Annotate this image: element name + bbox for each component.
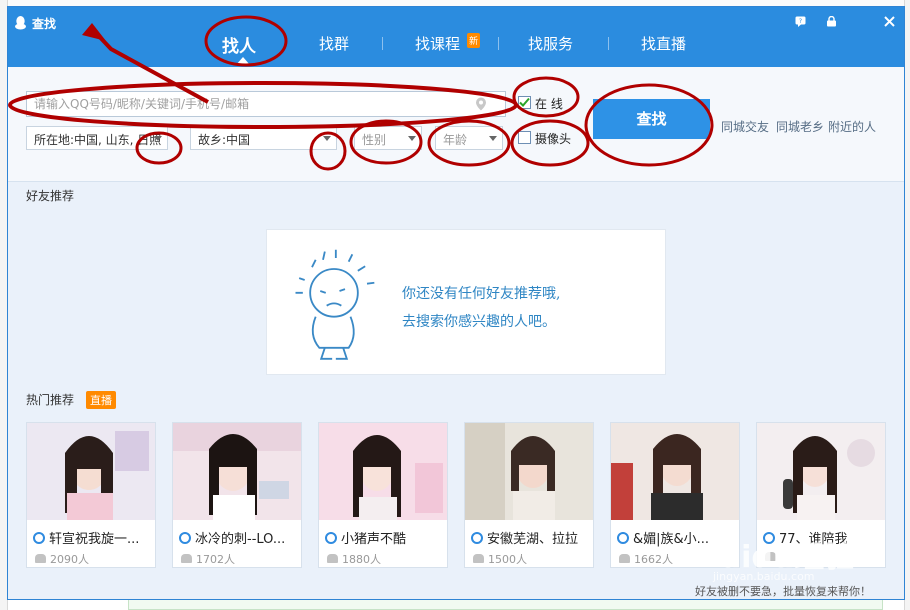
- chevron-down-icon: [408, 136, 416, 141]
- streamer-name-text: 冰冷的刺--LO...: [195, 532, 286, 547]
- qq-icon: [33, 532, 45, 544]
- new-badge: 新: [467, 33, 481, 48]
- empty-recommend-illustration: 你还没有任何好友推荐哦, 去搜索你感兴趣的人吧。: [266, 229, 666, 375]
- gender-select[interactable]: 性别: [354, 126, 422, 150]
- viewer-count-text: 1880人: [342, 553, 381, 566]
- location-value: 所在地:中国, 山东, 日照: [34, 133, 162, 147]
- live-card[interactable]: 安徽芜湖、拉拉 1500人: [464, 422, 594, 568]
- empty-text-line1: 你还没有任何好友推荐哦,: [402, 286, 561, 302]
- qq-icon: [325, 532, 337, 544]
- gender-placeholder: 性别: [362, 133, 387, 147]
- viewer-count: 1500人: [473, 551, 527, 567]
- tab-find-live[interactable]: 找直播: [641, 33, 686, 54]
- chevron-down-icon: [154, 136, 162, 141]
- quick-link-same-city[interactable]: 同城交友: [721, 118, 769, 135]
- streamer-name-text: 小猪声不酷: [341, 532, 407, 547]
- hot-recommend-title: 热门推荐: [26, 393, 75, 407]
- friend-recommend-title: 好友推荐: [26, 189, 75, 203]
- chevron-down-icon: [489, 136, 497, 141]
- svg-text:?: ?: [799, 18, 802, 25]
- viewer-count-text: 1662人: [634, 553, 673, 566]
- hometown-value: 故乡:中国: [198, 133, 251, 147]
- viewer-count-text: 1500人: [488, 553, 527, 566]
- search-input[interactable]: [26, 91, 506, 117]
- quick-link-nearby[interactable]: 附近的人: [828, 118, 876, 135]
- empty-text-line2: 去搜索你感兴趣的人吧。: [402, 314, 556, 330]
- chevron-down-icon: [323, 136, 331, 141]
- live-card[interactable]: 小猪声不酷 1880人: [318, 422, 448, 568]
- lock-icon[interactable]: [826, 16, 837, 27]
- tab-find-group[interactable]: 找群: [319, 33, 349, 54]
- streamer-photo: [757, 423, 885, 520]
- streamer-name: 小猪声不酷: [325, 528, 443, 547]
- online-label: 在 线: [535, 97, 563, 111]
- people-icon: [35, 554, 46, 563]
- streamer-photo: [465, 423, 593, 520]
- streamer-photo: [173, 423, 301, 520]
- online-checkbox[interactable]: [518, 96, 531, 109]
- live-badge: 直播: [86, 391, 116, 409]
- streamer-name-text: 安徽芜湖、拉拉: [487, 532, 579, 547]
- people-icon: [181, 554, 192, 563]
- find-button[interactable]: 查找: [593, 99, 710, 139]
- live-card[interactable]: 轩宣祝我旋一... 2090人: [26, 422, 156, 568]
- footer-note[interactable]: 好友被删不要急，批量恢复来帮你！: [695, 583, 871, 599]
- sad-cartoon-icon: [295, 249, 375, 360]
- streamer-name: 安徽芜湖、拉拉: [471, 528, 589, 547]
- qq-penguin-icon: [15, 16, 26, 30]
- age-select[interactable]: 年龄: [435, 126, 503, 150]
- age-placeholder: 年龄: [443, 133, 468, 147]
- checkmark-icon: [519, 97, 530, 107]
- streamer-photo: [319, 423, 447, 520]
- close-icon[interactable]: [884, 16, 895, 27]
- location-select[interactable]: 所在地:中国, 山东, 日照: [26, 126, 168, 150]
- window-title: 查找: [32, 17, 57, 31]
- hometown-select[interactable]: 故乡:中国: [190, 126, 337, 150]
- viewer-count-text: 1702人: [196, 553, 235, 566]
- people-icon: [619, 554, 630, 563]
- quick-link-hometown[interactable]: 同城老乡: [776, 118, 824, 135]
- tab-separator: [382, 37, 383, 50]
- title-bar: 查找 找人 找群 找课程 新 找服务 找直播 ?: [8, 7, 904, 67]
- camera-checkbox[interactable]: [518, 131, 531, 144]
- qq-icon: [471, 532, 483, 544]
- qq-icon: [179, 532, 191, 544]
- search-panel: 在 线 所在地:中国, 山东, 日照 故乡:中国 性别 年龄 摄像头 查找 同城…: [8, 67, 904, 182]
- streamer-name-text: 轩宣祝我旋一...: [49, 532, 140, 547]
- viewer-count-text: 2090人: [50, 553, 89, 566]
- streamer-photo: [27, 423, 155, 520]
- viewer-count: 1702人: [181, 551, 235, 567]
- streamer-name: 轩宣祝我旋一...: [33, 528, 151, 547]
- find-window: 查找 找人 找群 找课程 新 找服务 找直播 ? 请输入QQ号码/昵称/关键词/…: [7, 6, 905, 600]
- qq-icon: [617, 532, 629, 544]
- location-pin-icon[interactable]: [475, 97, 487, 111]
- tab-separator: [608, 37, 609, 50]
- viewer-count: 2090人: [35, 551, 89, 567]
- tab-find-course[interactable]: 找课程: [415, 33, 460, 54]
- tab-separator: [498, 37, 499, 50]
- streamer-photo: [611, 423, 739, 520]
- feedback-icon[interactable]: ?: [795, 16, 806, 27]
- baidu-watermark-url: jingyan.baidu.com: [713, 570, 815, 583]
- tab-find-service[interactable]: 找服务: [528, 33, 573, 54]
- people-icon: [327, 554, 338, 563]
- live-card[interactable]: 冰冷的刺--LO... 1702人: [172, 422, 302, 568]
- camera-label: 摄像头: [535, 132, 572, 146]
- streamer-name: 冰冷的刺--LO...: [179, 528, 297, 547]
- active-tab-indicator: [236, 57, 250, 65]
- tab-find-people[interactable]: 找人: [222, 32, 256, 57]
- people-icon: [473, 554, 484, 563]
- viewer-count: 1880人: [327, 551, 381, 567]
- viewer-count: 1662人: [619, 551, 673, 567]
